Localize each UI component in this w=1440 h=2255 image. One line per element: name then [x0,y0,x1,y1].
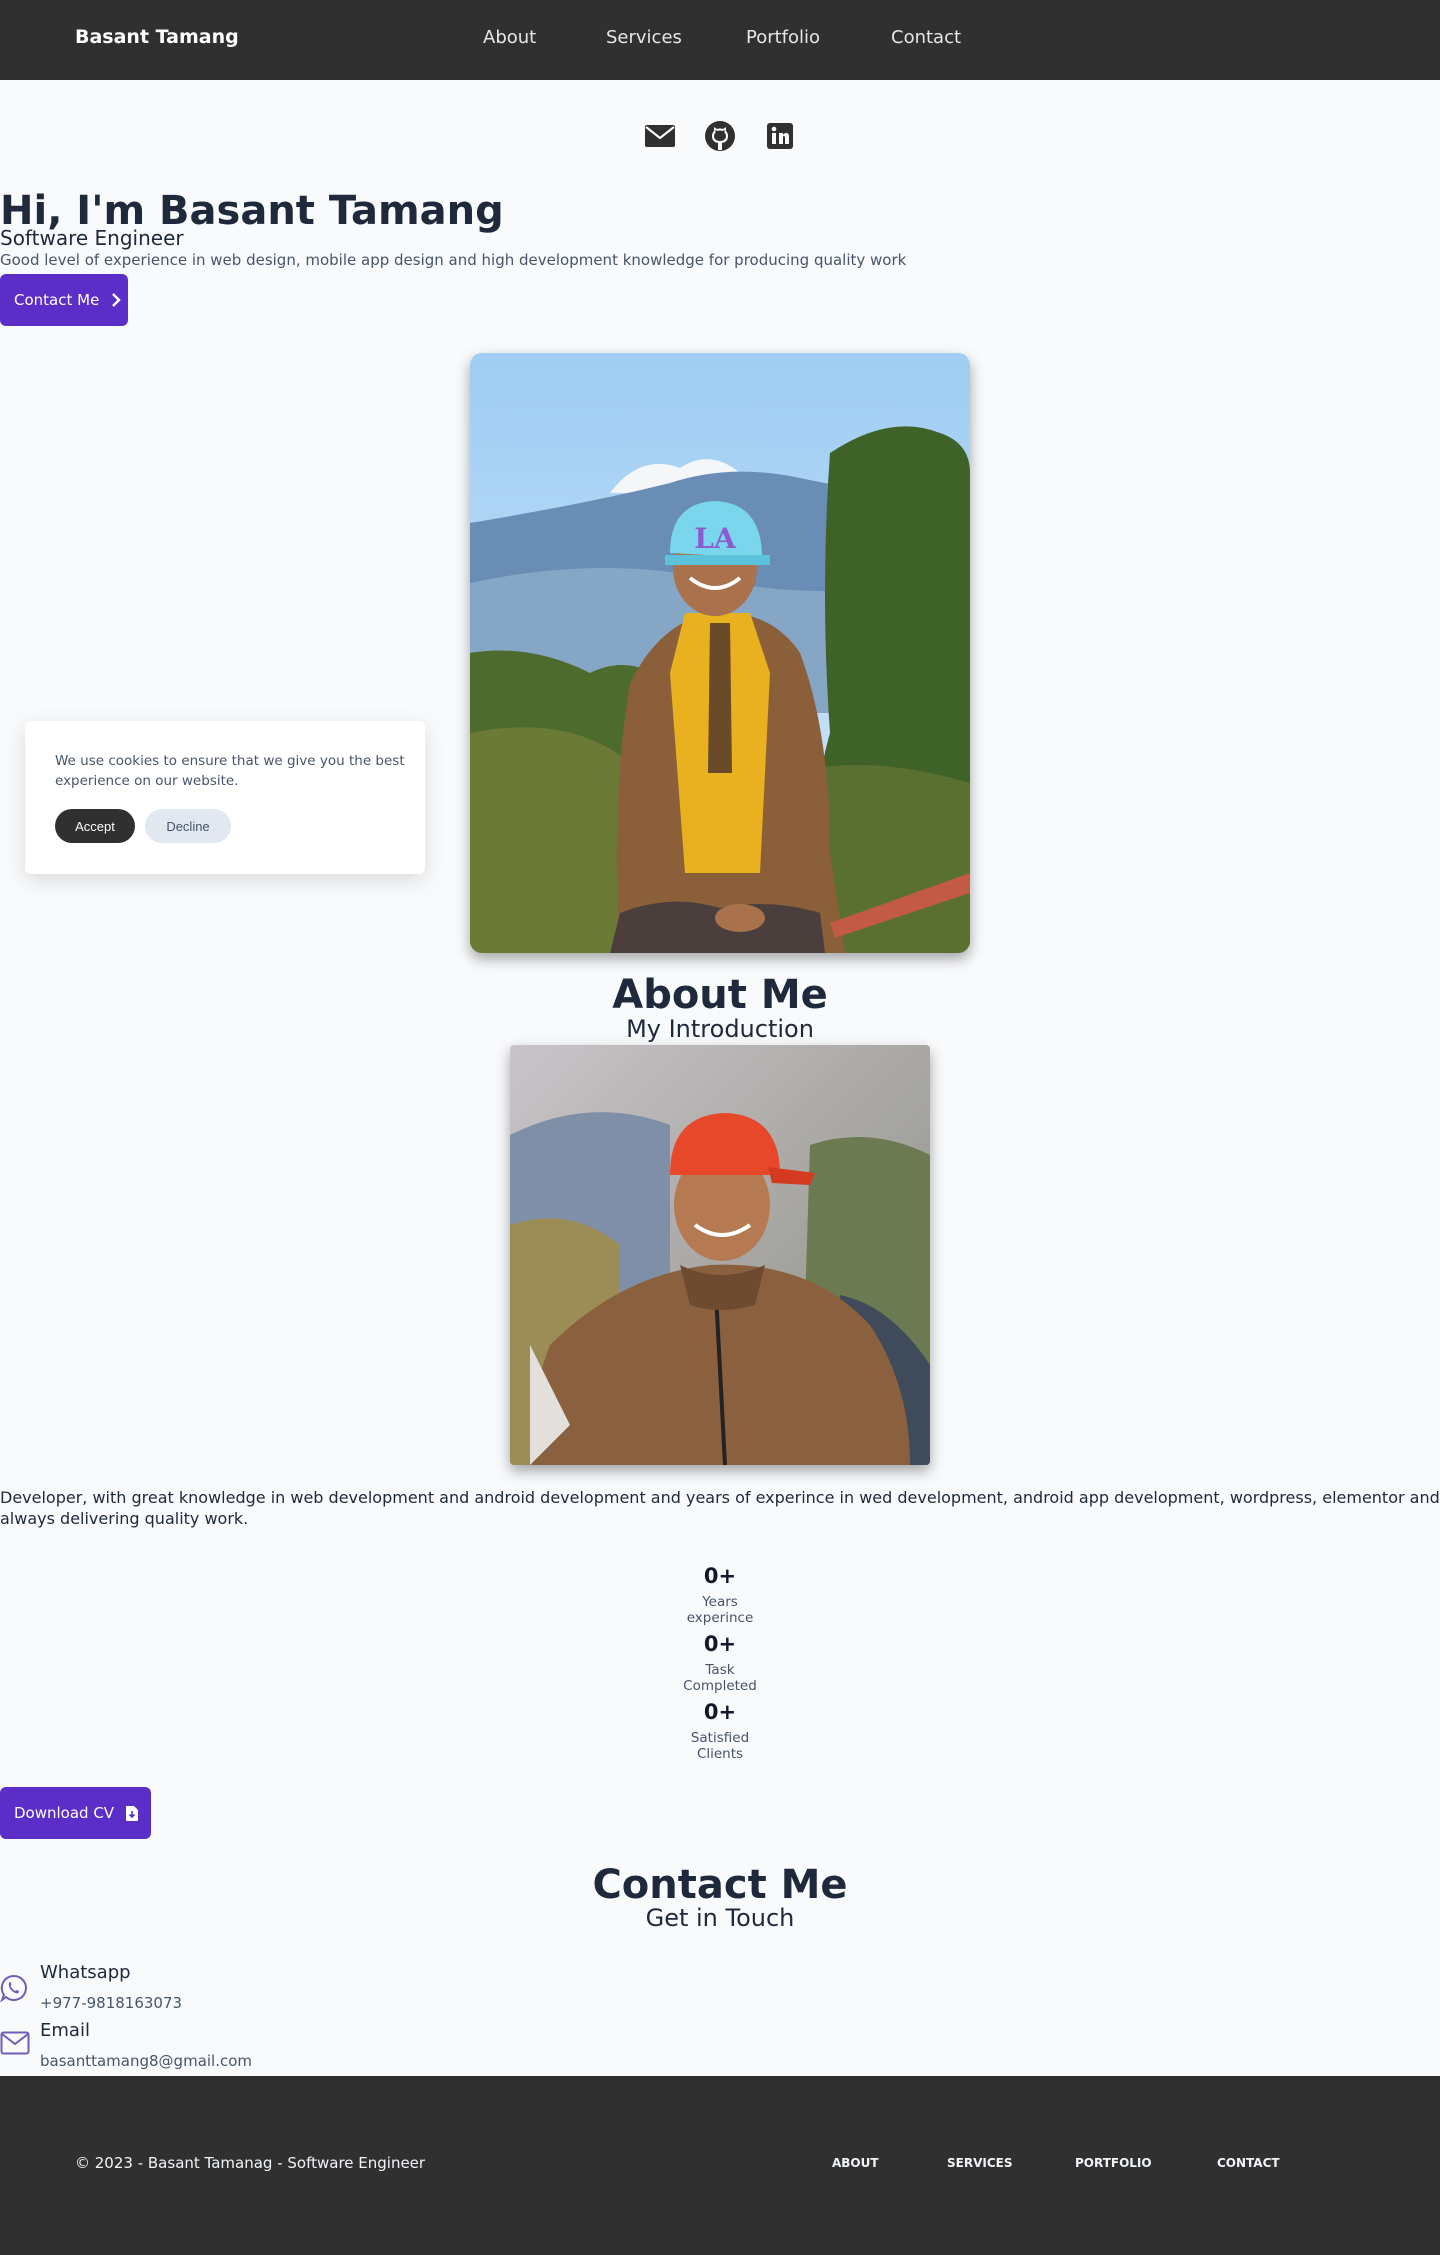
copyright-text: © 2023 - Basant Tamanag - Software Engin… [75,2154,426,2172]
contact-email[interactable]: Email basanttamang8@gmail.com [0,2018,400,2078]
about-description: Developer, with great knowledge in web d… [0,1488,1440,1528]
nav-link-contact[interactable]: Contact [891,27,961,48]
contact-subtitle: Get in Touch [645,1904,795,1932]
contact-me-button[interactable]: Contact Me [0,274,128,326]
social-links [0,119,1440,153]
hero-photo: LA [470,353,970,953]
whatsapp-icon [0,1974,28,2006]
footer-link-services[interactable]: SERVICES [947,2156,1012,2170]
stat-tasks: 0+ Task Completed [620,1632,820,1694]
about-photo [510,1045,930,1465]
decline-button[interactable]: Decline [145,809,231,843]
hero-subtitle: Software Engineer [0,226,184,250]
accept-button[interactable]: Accept [55,809,135,843]
footer-link-contact[interactable]: CONTACT [1217,2156,1280,2170]
contact-method-title: Email [40,2020,90,2041]
hero-description: Good level of experience in web design, … [0,251,907,269]
about-subtitle: My Introduction [626,1015,814,1043]
stat-value: 0+ [703,1632,737,1656]
download-cv-button[interactable]: Download CV [0,1787,151,1839]
contact-title: Contact Me [592,1862,848,1908]
contact-method-title: Whatsapp [40,1962,131,1983]
chevron-right-icon [111,293,122,307]
svg-text:LA: LA [694,522,737,555]
contact-me-label: Contact Me [14,291,100,309]
stat-label: Task Completed [683,1662,757,1694]
download-cv-label: Download CV [14,1804,115,1822]
github-icon[interactable] [703,119,737,153]
footer-link-portfolio[interactable]: PORTFOLIO [1075,2156,1152,2170]
nav-link-portfolio[interactable]: Portfolio [746,27,820,48]
file-download-icon [126,1805,139,1821]
stat-clients: 0+ Satisfied Clients [620,1700,820,1762]
stat-value: 0+ [703,1564,737,1588]
brand-name[interactable]: Basant Tamang [75,26,239,48]
contact-method-value: +977-9818163073 [40,1994,183,2012]
nav-link-services[interactable]: Services [606,27,682,48]
cookie-message: We use cookies to ensure that we give yo… [55,753,405,789]
footer-link-about[interactable]: ABOUT [832,2156,879,2170]
cookie-banner: We use cookies to ensure that we give yo… [25,721,425,874]
contact-whatsapp[interactable]: Whatsapp +977-9818163073 [0,1958,400,2018]
envelope-icon[interactable] [643,119,677,153]
stat-label: Years experince [686,1594,754,1626]
stat-label: Satisfied Clients [690,1730,750,1762]
footer: © 2023 - Basant Tamanag - Software Engin… [0,2076,1440,2255]
about-title: About Me [612,972,828,1018]
stat-years: 0+ Years experince [620,1564,820,1626]
envelope-icon [0,2031,30,2059]
linkedin-icon[interactable] [763,119,797,153]
nav-link-about[interactable]: About [483,27,536,48]
navbar: Basant Tamang About Services Portfolio C… [0,0,1440,80]
stat-value: 0+ [703,1700,737,1724]
contact-method-value: basanttamang8@gmail.com [40,2052,253,2070]
